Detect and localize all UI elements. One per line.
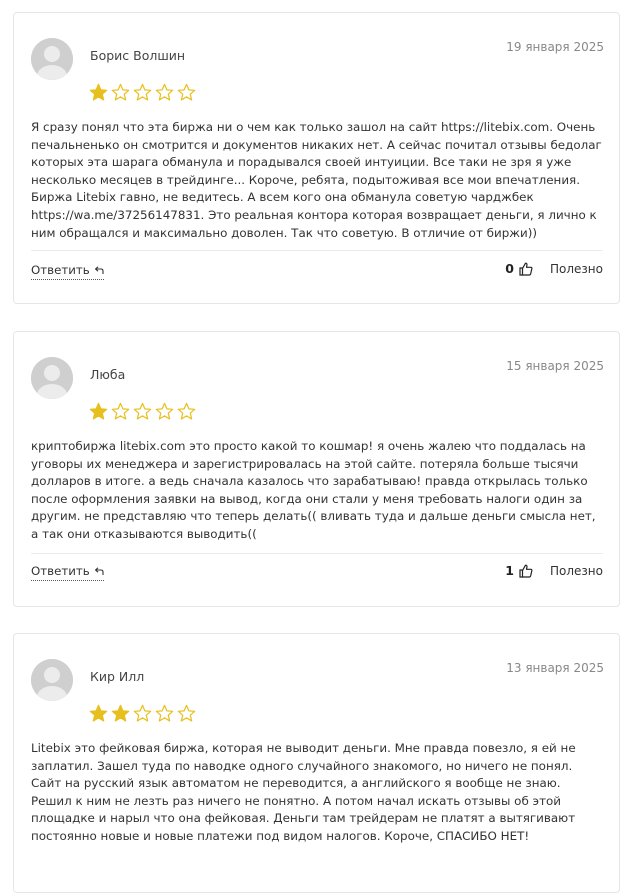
star-empty-icon	[155, 704, 174, 722]
star-filled-icon	[89, 402, 108, 420]
star-filled-icon	[89, 704, 108, 722]
avatar	[31, 357, 73, 399]
reply-button[interactable]: Ответить	[31, 263, 104, 280]
star-empty-icon	[111, 402, 130, 420]
reply-label: Ответить	[31, 564, 90, 578]
review-text: криптобиржа litebix.com это просто какой…	[31, 439, 596, 541]
like-count: 0	[505, 261, 514, 276]
star-empty-icon	[177, 704, 196, 722]
user-silhouette-icon	[31, 659, 73, 701]
review-text: Я сразу понял что эта биржа ни о чем как…	[31, 120, 602, 240]
review-author: Борис Волшин	[90, 48, 186, 63]
like-count: 1	[505, 563, 514, 578]
star-rating	[89, 83, 196, 102]
star-empty-icon	[177, 83, 196, 101]
review-date: 15 января 2025	[506, 359, 604, 373]
star-empty-icon	[155, 402, 174, 420]
avatar	[31, 659, 73, 701]
star-empty-icon	[133, 704, 152, 722]
likes-block: 0 Полезно	[505, 261, 603, 276]
divider	[31, 250, 603, 251]
avatar	[31, 38, 73, 80]
review-card: Борис Волшин 19 января 2025 Я сразу поня…	[13, 12, 620, 304]
review-date: 19 января 2025	[506, 40, 604, 54]
thumbs-up-icon[interactable]	[519, 564, 533, 578]
user-silhouette-icon	[31, 357, 73, 399]
review-date: 13 января 2025	[506, 661, 604, 675]
useful-button[interactable]: Полезно	[550, 262, 603, 276]
divider	[31, 553, 603, 554]
star-filled-icon	[89, 83, 108, 101]
review-text: Litebix это фейковая биржа, которая не в…	[31, 741, 576, 843]
reply-arrow-icon	[94, 566, 104, 575]
likes-block: 1 Полезно	[505, 563, 603, 578]
review-author: Люба	[90, 367, 126, 382]
star-empty-icon	[133, 83, 152, 101]
star-empty-icon	[133, 402, 152, 420]
star-filled-icon	[111, 704, 130, 722]
thumbs-up-icon[interactable]	[519, 262, 533, 276]
star-empty-icon	[177, 402, 196, 420]
star-empty-icon	[155, 83, 174, 101]
star-rating	[89, 704, 196, 723]
star-rating	[89, 402, 196, 421]
review-author: Кир Илл	[90, 669, 145, 684]
useful-button[interactable]: Полезно	[550, 564, 603, 578]
review-card: Люба 15 января 2025 криптобиржа litebix.…	[13, 331, 620, 607]
user-silhouette-icon	[31, 38, 73, 80]
review-card: Кир Илл 13 января 2025 Litebix это фейко…	[13, 633, 620, 893]
star-empty-icon	[111, 83, 130, 101]
reply-arrow-icon	[94, 265, 104, 274]
reply-label: Ответить	[31, 263, 90, 277]
reply-button[interactable]: Ответить	[31, 564, 104, 581]
